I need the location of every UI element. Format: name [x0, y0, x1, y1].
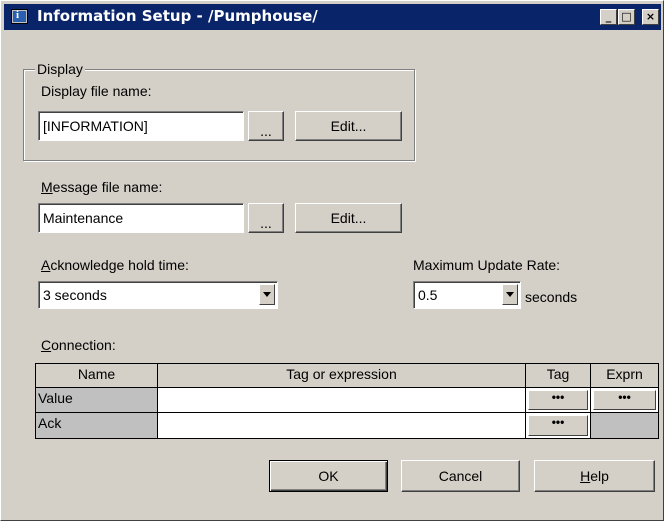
row-name-value: Value	[36, 388, 157, 412]
connection-table: Name Tag or expression Tag Exprn Value •…	[35, 363, 659, 439]
display-file-input[interactable]: [INFORMATION]	[38, 111, 244, 141]
acknowledge-value: 3 seconds	[43, 287, 107, 303]
window-title: Information Setup - /Pumphouse/	[37, 7, 318, 25]
value-tag-browse-button[interactable]: •••	[528, 390, 588, 410]
display-group-caption: Display	[35, 61, 85, 77]
close-button[interactable]: ×	[642, 9, 659, 25]
value-exprn-browse-button[interactable]: •••	[593, 390, 656, 410]
help-button[interactable]: Help	[534, 460, 655, 492]
acknowledge-dropdown[interactable]: 3 seconds	[38, 281, 278, 309]
ack-exprn-cell-disabled	[591, 413, 658, 438]
display-file-value: [INFORMATION]	[43, 118, 148, 134]
display-browse-button[interactable]: ...	[248, 111, 284, 141]
message-browse-button[interactable]: ...	[248, 203, 284, 233]
chevron-down-icon[interactable]	[502, 284, 518, 305]
ack-tag-browse-button[interactable]: •••	[528, 415, 588, 436]
message-file-label: Message file name:	[41, 179, 163, 195]
message-edit-button[interactable]: Edit...	[295, 203, 402, 233]
update-rate-dropdown[interactable]: 0.5	[413, 281, 521, 309]
column-header-tag: Tag	[526, 364, 590, 387]
update-rate-value: 0.5	[418, 287, 438, 303]
ack-expression-cell[interactable]	[158, 413, 525, 438]
connection-label: Connection:	[41, 337, 116, 353]
message-file-value: Maintenance	[43, 210, 124, 226]
chevron-down-icon[interactable]	[259, 284, 275, 305]
display-file-label: Display file name:	[41, 83, 152, 99]
column-header-name: Name	[36, 364, 157, 387]
message-file-input[interactable]: Maintenance	[38, 203, 244, 233]
acknowledge-label: Acknowledge hold time:	[41, 257, 189, 273]
title-bar[interactable]: i Information Setup - /Pumphouse/ _ □ ×	[4, 4, 661, 30]
row-name-ack: Ack	[36, 413, 157, 438]
cancel-button[interactable]: Cancel	[401, 460, 520, 492]
info-window-icon: i	[11, 9, 28, 24]
maximize-button[interactable]: □	[618, 9, 635, 25]
value-expression-cell[interactable]	[158, 388, 525, 412]
display-edit-button[interactable]: Edit...	[295, 111, 402, 141]
ok-button[interactable]: OK	[269, 460, 388, 492]
update-rate-label: Maximum Update Rate:	[413, 257, 561, 273]
minimize-button[interactable]: _	[600, 9, 617, 25]
column-header-expression: Tag or expression	[158, 364, 525, 387]
dialog-window: i Information Setup - /Pumphouse/ _ □ × …	[0, 0, 664, 521]
update-rate-unit: seconds	[525, 289, 578, 305]
column-header-exprn: Exprn	[591, 364, 658, 387]
